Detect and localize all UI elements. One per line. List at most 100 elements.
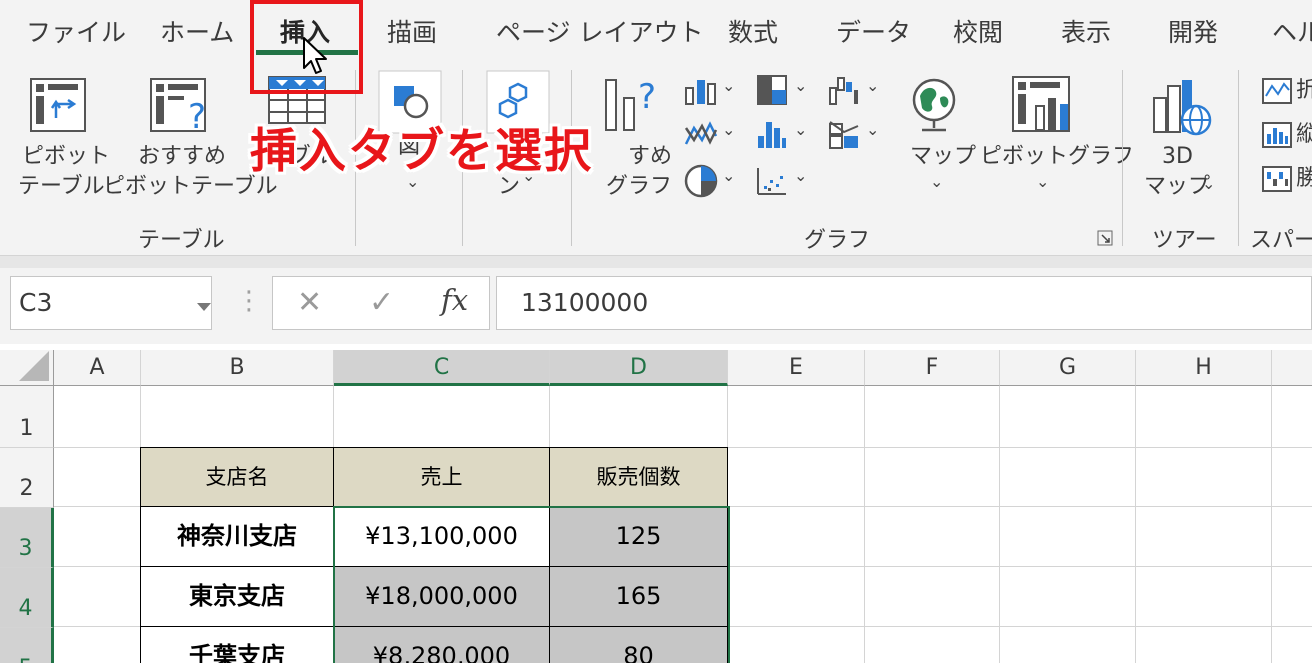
pie-chart-dropdown-icon[interactable]: ⌄ <box>722 166 735 185</box>
3d-map-label-2: マップ <box>1144 174 1211 199</box>
insert-function-icon[interactable]: fx <box>441 283 468 317</box>
group-separator <box>1238 70 1239 246</box>
cell-b2[interactable]: 支店名 <box>140 447 334 507</box>
group-separator <box>1122 70 1123 246</box>
statistic-chart-dropdown-icon[interactable]: ⌄ <box>794 120 807 139</box>
sparkline-group-label: スパー <box>1250 228 1312 253</box>
row-header-2[interactable]: 2 <box>0 448 54 508</box>
sparkline-line-icon <box>1262 78 1292 104</box>
select-all-triangle-icon <box>19 351 49 381</box>
cell-d2[interactable]: 販売個数 <box>549 447 728 507</box>
cell-b5[interactable]: 千葉支店 <box>140 626 334 663</box>
scatter-chart-dropdown-icon[interactable]: ⌄ <box>794 166 807 185</box>
tab-formulas[interactable]: 数式 <box>728 14 778 52</box>
cell-c2[interactable]: 売上 <box>333 447 550 507</box>
tab-data[interactable]: データ <box>836 14 911 52</box>
column-header-a[interactable]: A <box>54 350 141 386</box>
cell-d4[interactable]: 165 <box>549 566 728 627</box>
annotation-text: 挿入タブを選択 <box>250 124 593 179</box>
column-header-h[interactable]: H <box>1136 350 1272 386</box>
tour-group-label: ツアー <box>1152 228 1217 253</box>
waterfall-chart-icon[interactable] <box>828 74 860 106</box>
gridline <box>864 386 865 663</box>
name-box[interactable]: C3 <box>10 276 212 330</box>
formula-input[interactable]: 13100000 <box>496 276 1312 330</box>
hierarchy-chart-icon[interactable] <box>756 74 788 106</box>
recommended-charts-label-1: すめ <box>628 144 673 169</box>
tab-view[interactable]: 表示 <box>1061 14 1111 52</box>
svg-text:?: ? <box>188 97 206 134</box>
combo-chart-dropdown-icon[interactable]: ⌄ <box>866 120 879 139</box>
column-header-e[interactable]: E <box>728 350 865 386</box>
row-1 <box>54 386 1312 448</box>
cell-b4[interactable]: 東京支店 <box>140 566 334 627</box>
column-chart-icon[interactable] <box>684 76 718 106</box>
pivot-table-label-2: テーブル <box>18 174 105 199</box>
gridline <box>1135 386 1136 663</box>
dialog-launcher-icon[interactable] <box>1097 230 1113 246</box>
column-chart-dropdown-icon[interactable]: ⌄ <box>722 76 735 95</box>
tab-file[interactable]: ファイル <box>26 14 126 52</box>
pivot-chart-label: ピボットグラフ <box>980 144 1135 169</box>
gridline <box>1271 386 1272 663</box>
row-header-3[interactable]: 3 <box>0 508 54 568</box>
recommended-pivot-icon: ? <box>150 78 206 134</box>
waterfall-chart-dropdown-icon[interactable]: ⌄ <box>866 76 879 95</box>
vertical-dots-icon[interactable]: ⋮ <box>236 288 262 314</box>
cancel-icon[interactable]: ✕ <box>297 285 322 320</box>
name-box-value: C3 <box>19 288 53 317</box>
row-header-4[interactable]: 4 <box>0 568 54 628</box>
tab-review[interactable]: 校閲 <box>953 14 1003 52</box>
map-chart-label: マップ <box>910 144 977 169</box>
gridline <box>999 386 1000 663</box>
pie-chart-icon[interactable] <box>684 164 718 198</box>
pivot-table-label-1: ピボット <box>22 144 111 169</box>
formula-buttons: ✕ ✓ fx <box>272 276 490 330</box>
tab-page-layout[interactable]: ページ レイアウト <box>496 14 703 52</box>
tab-help[interactable]: ヘル <box>1272 14 1312 52</box>
tab-home[interactable]: ホーム <box>160 14 234 52</box>
sparkline-column-icon <box>1262 122 1292 148</box>
sparkline-winloss-label: 勝 <box>1296 166 1312 191</box>
line-chart-icon[interactable] <box>684 120 718 148</box>
hierarchy-chart-dropdown-icon[interactable]: ⌄ <box>794 76 807 95</box>
recommended-pivot-label-1: おすすめ <box>138 144 227 169</box>
column-header-partial[interactable] <box>1272 350 1312 386</box>
column-header-b[interactable]: B <box>141 350 334 386</box>
row-header-1[interactable]: 1 <box>0 386 54 448</box>
chart-group-label: グラフ <box>804 228 871 253</box>
cell-d5[interactable]: 80 <box>549 626 728 663</box>
pivot-chart-icon <box>1012 76 1070 132</box>
gridline <box>333 386 334 448</box>
chevron-down-icon[interactable] <box>197 303 211 311</box>
recommended-charts-label-2: グラフ <box>606 174 673 199</box>
statistic-chart-icon[interactable] <box>756 118 788 150</box>
row-header-5[interactable]: 5 <box>0 628 54 663</box>
tab-developer[interactable]: 開発 <box>1168 14 1218 52</box>
gridline <box>549 386 550 448</box>
cell-c3[interactable]: ¥13,100,000 <box>333 506 550 567</box>
combo-chart-icon[interactable] <box>828 118 860 150</box>
column-header-g[interactable]: G <box>1000 350 1136 386</box>
ribbon-bottom-strip <box>0 256 1312 268</box>
scatter-chart-icon[interactable] <box>756 166 788 196</box>
check-icon[interactable]: ✓ <box>369 285 394 320</box>
cell-d3[interactable]: 125 <box>549 506 728 567</box>
column-header-d[interactable]: D <box>550 350 728 386</box>
svg-text:?: ? <box>638 77 656 117</box>
cell-c4[interactable]: ¥18,000,000 <box>333 566 550 627</box>
column-header-c[interactable]: C <box>334 350 550 386</box>
ribbon-insert: ピボット テーブル ? おすすめ ピボットテーブル ーブル テーブル 図 ⌄ ン… <box>0 62 1312 256</box>
cell-c5[interactable]: ¥8,280,000 <box>333 626 550 663</box>
mouse-cursor-icon <box>303 37 327 74</box>
tab-draw[interactable]: 描画 <box>387 14 437 52</box>
3d-map-icon <box>1153 80 1212 136</box>
ribbon-tab-bar: ファイル ホーム 挿入 描画 ページ レイアウト 数式 データ 校閲 表示 開発… <box>0 0 1312 62</box>
line-chart-dropdown-icon[interactable]: ⌄ <box>722 120 735 139</box>
table-group-label: テーブル <box>138 228 225 253</box>
column-header-f[interactable]: F <box>865 350 1000 386</box>
pivot-table-icon <box>30 78 86 132</box>
recommended-charts-icon: ? <box>605 77 656 131</box>
select-all-button[interactable] <box>0 350 54 386</box>
cell-b3[interactable]: 神奈川支店 <box>140 506 334 567</box>
